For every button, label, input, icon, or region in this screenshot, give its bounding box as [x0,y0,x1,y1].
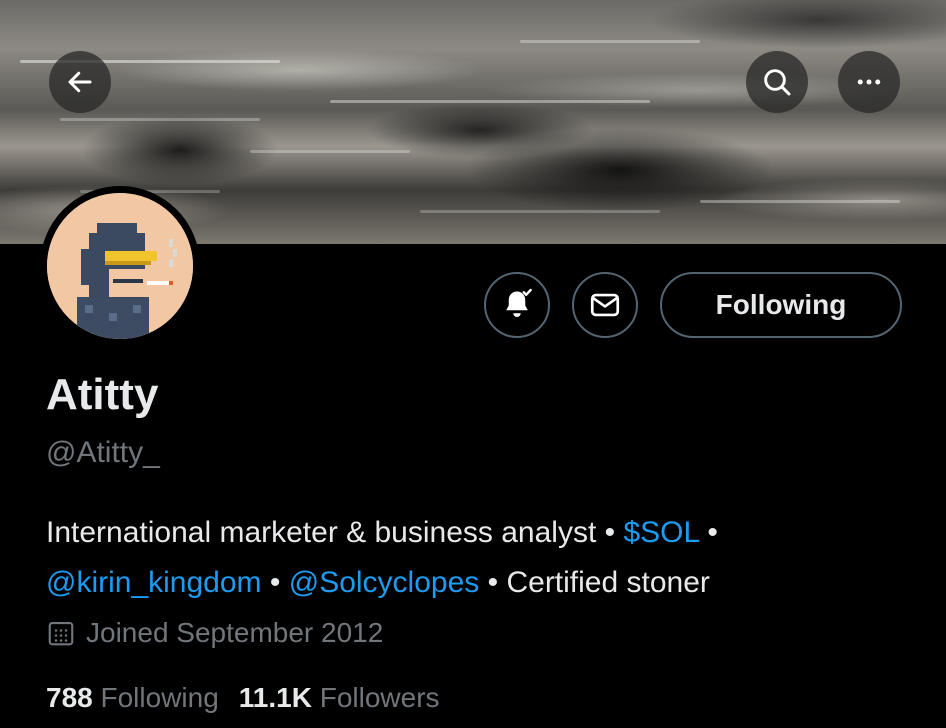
message-button[interactable] [572,272,638,338]
followers-count-link[interactable]: 11.1K Followers [239,682,440,713]
bio-separator: • [596,516,624,549]
back-button[interactable] [49,51,111,113]
following-button[interactable]: Following [660,272,902,338]
pixel-avatar-image [47,193,193,339]
cashtag-link-sol[interactable]: $SOL [623,516,699,549]
mention-link-solcyclopes[interactable]: @Solcyclopes [289,566,480,599]
bio-separator: • [261,566,289,599]
joined-date: Joined September 2012 [46,617,383,649]
banner-texture [60,118,260,121]
banner-texture [520,40,700,43]
banner-texture [330,100,650,103]
profile-page: Following Atitty @Atitty_ International … [0,0,946,728]
notifications-button[interactable] [484,272,550,338]
bio-text: Certified stoner [506,566,710,599]
more-button[interactable] [838,51,900,113]
avatar-image [47,193,193,339]
mention-link-kirin-kingdom[interactable]: @kirin_kingdom [46,566,262,599]
bell-check-icon [506,288,532,317]
bio-text: International marketer & business analys… [46,516,597,549]
profile-handle: @Atitty_ [46,436,160,469]
banner-texture [700,200,900,203]
banner-texture [250,150,410,153]
search-button[interactable] [746,51,808,113]
following-count: 788 [46,682,93,713]
calendar-icon [48,621,74,646]
banner-texture [420,210,660,213]
follow-stats: 788 Following 11.1K Followers [46,682,460,714]
envelope-icon [590,293,620,317]
following-label: Following [100,682,219,713]
search-icon [764,69,791,96]
profile-name: Atitty [46,370,159,419]
profile-bio: International marketer & business analys… [46,508,926,608]
followers-count: 11.1K [238,682,312,713]
arrow-left-icon [68,71,92,93]
bio-separator: • [479,566,507,599]
bio-separator: • [699,516,718,549]
avatar[interactable] [40,186,200,346]
following-count-link[interactable]: 788 Following [46,682,219,713]
followers-label: Followers [319,682,440,713]
joined-text: Joined September 2012 [86,617,384,648]
more-horizontal-icon [857,79,881,85]
